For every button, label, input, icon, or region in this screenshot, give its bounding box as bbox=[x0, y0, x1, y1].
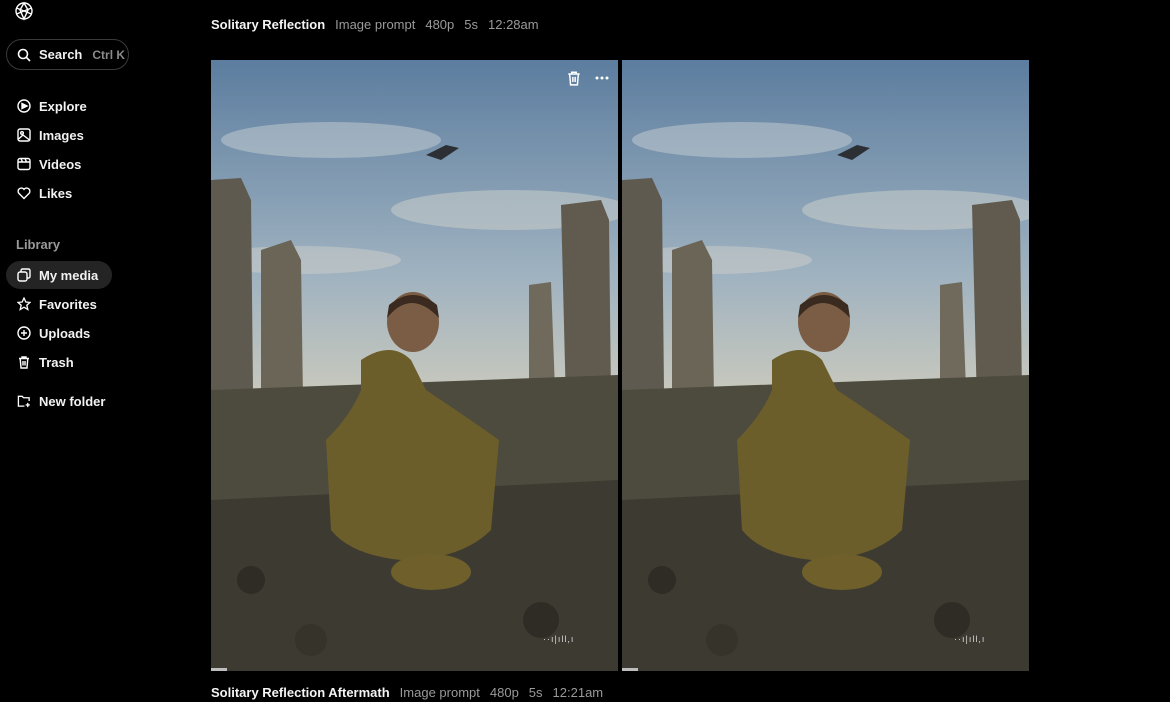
star-icon bbox=[17, 297, 31, 311]
media-time-2: 12:21am bbox=[552, 685, 604, 700]
progress-indicator bbox=[211, 668, 227, 671]
media-thumbnail[interactable] bbox=[211, 60, 618, 671]
compass-icon bbox=[17, 99, 31, 113]
watermark-2: ··ı|ıll,ı bbox=[954, 634, 986, 644]
nav-images-label: Images bbox=[39, 127, 84, 143]
nav-explore[interactable]: Explore bbox=[6, 92, 101, 120]
media-duration-2: 5s bbox=[528, 685, 543, 700]
media-meta-top: Solitary Reflection Image prompt 480p 5s… bbox=[211, 17, 549, 32]
nav-trash-label: Trash bbox=[39, 354, 74, 370]
image-icon bbox=[17, 128, 31, 142]
new-folder-label: New folder bbox=[39, 393, 106, 409]
nav-videos-label: Videos bbox=[39, 156, 82, 172]
nav-uploads-label: Uploads bbox=[39, 325, 91, 341]
nav-likes[interactable]: Likes bbox=[6, 179, 86, 207]
media-resolution-2: 480p bbox=[489, 685, 519, 700]
progress-indicator-2 bbox=[622, 668, 638, 671]
delete-icon[interactable] bbox=[566, 70, 582, 91]
nav-images[interactable]: Images bbox=[6, 121, 98, 149]
media-actions bbox=[566, 70, 610, 91]
new-folder-button[interactable]: New folder bbox=[6, 387, 119, 415]
sidebar: Search Ctrl K Explore Images Videos Like… bbox=[0, 0, 150, 702]
media-meta-bottom: Solitary Reflection Aftermath Image prom… bbox=[211, 685, 613, 700]
heart-icon bbox=[17, 186, 31, 200]
nav-videos[interactable]: Videos bbox=[6, 150, 95, 178]
media-duration: 5s bbox=[464, 17, 478, 32]
nav-favorites[interactable]: Favorites bbox=[6, 290, 111, 318]
search-label: Search bbox=[39, 47, 83, 62]
nav-my-media[interactable]: My media bbox=[6, 261, 113, 289]
media-title-2[interactable]: Solitary Reflection Aftermath bbox=[211, 685, 390, 700]
media-title[interactable]: Solitary Reflection bbox=[211, 17, 325, 32]
watermark: ··ı|ıll,ı bbox=[543, 634, 575, 644]
search-button[interactable]: Search Ctrl K bbox=[6, 39, 129, 70]
media-time: 12:28am bbox=[488, 17, 539, 32]
nav-my-media-label: My media bbox=[39, 267, 99, 283]
nav-uploads[interactable]: Uploads bbox=[6, 319, 104, 347]
nav-favorites-label: Favorites bbox=[39, 296, 97, 312]
media-kind-2: Image prompt bbox=[399, 685, 480, 700]
folder-plus-icon bbox=[17, 394, 31, 408]
plus-circle-icon bbox=[17, 326, 31, 340]
search-icon bbox=[17, 48, 31, 62]
nav-trash[interactable]: Trash bbox=[6, 348, 88, 376]
media-thumbnail-2[interactable] bbox=[622, 60, 1029, 671]
media-resolution: 480p bbox=[425, 17, 455, 32]
media-kind: Image prompt bbox=[335, 17, 416, 32]
nav-explore-label: Explore bbox=[39, 98, 87, 114]
logo-icon[interactable] bbox=[13, 0, 35, 22]
media-icon bbox=[17, 268, 31, 282]
video-icon bbox=[17, 157, 31, 171]
more-options-icon[interactable] bbox=[594, 70, 610, 91]
nav-likes-label: Likes bbox=[39, 185, 73, 201]
trash-icon bbox=[17, 355, 31, 369]
library-heading: Library bbox=[16, 237, 61, 252]
search-shortcut: Ctrl K bbox=[92, 47, 126, 62]
